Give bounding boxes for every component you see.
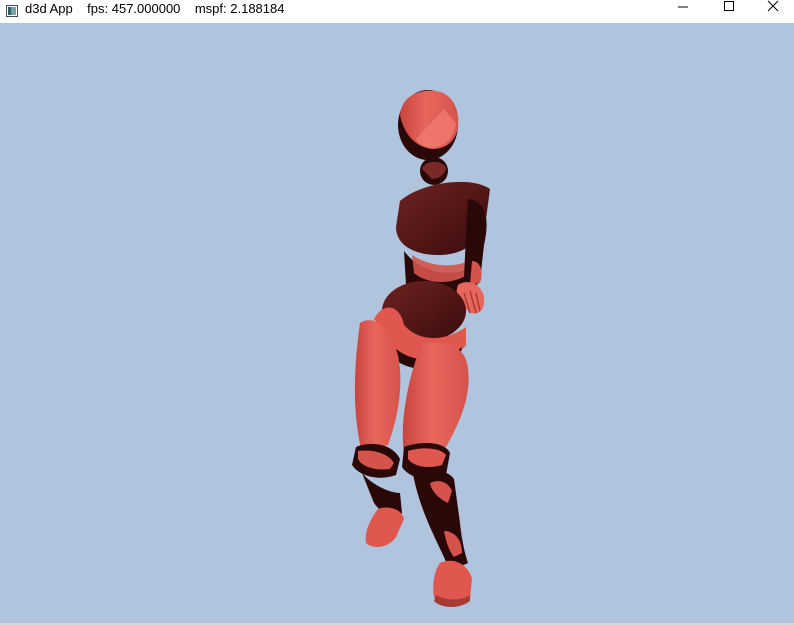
window-title: d3d App fps: 457.000000 mspf: 2.188184 — [25, 1, 285, 16]
render-viewport[interactable] — [0, 23, 794, 623]
model-right-leg — [402, 342, 472, 607]
app-window: d3d App fps: 457.000000 mspf: 2.188184 — [0, 0, 794, 625]
model-head — [398, 90, 459, 160]
model-neck — [420, 157, 448, 185]
close-button[interactable] — [750, 0, 794, 16]
title-bar[interactable]: d3d App fps: 457.000000 mspf: 2.188184 — [0, 0, 794, 23]
maximize-button[interactable] — [706, 0, 752, 16]
minimize-button[interactable] — [660, 0, 706, 16]
minimize-icon — [677, 0, 689, 17]
model-left-leg — [352, 320, 404, 547]
maximize-icon — [723, 0, 735, 17]
skinned-character-model — [352, 90, 490, 607]
close-icon — [767, 0, 779, 17]
app-window-icon — [6, 4, 18, 17]
